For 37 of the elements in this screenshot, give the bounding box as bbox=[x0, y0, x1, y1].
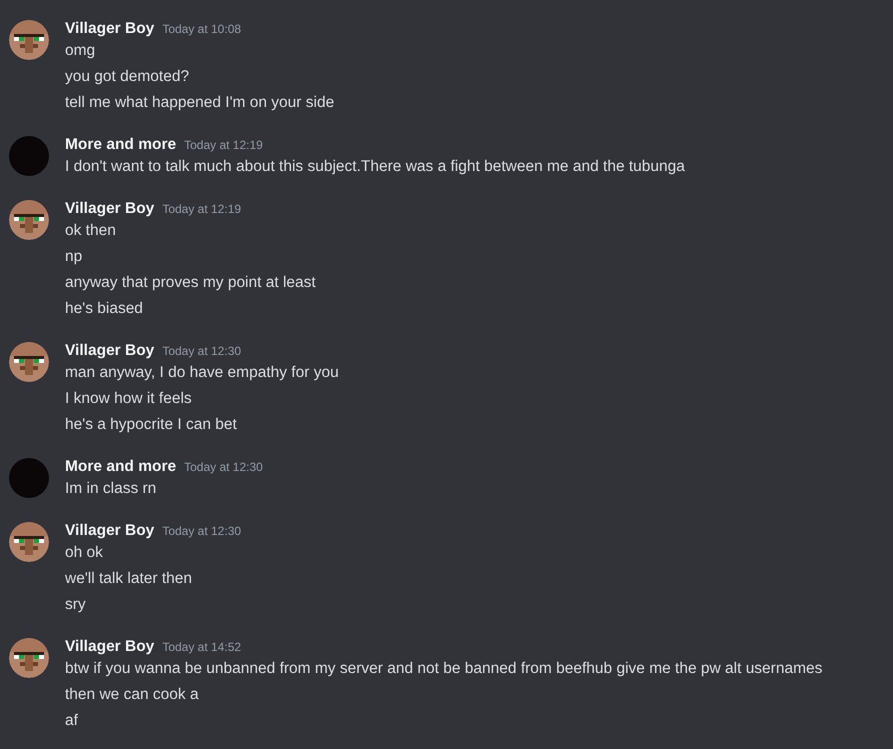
message-text: I know how it feels bbox=[65, 389, 193, 409]
message-text: tell me what happened I'm on your side bbox=[65, 93, 334, 113]
username[interactable]: More and more bbox=[65, 134, 176, 156]
timestamp: Today at 12:19 bbox=[162, 201, 242, 218]
message-text: ok then bbox=[65, 221, 117, 241]
username[interactable]: Villager Boy bbox=[65, 340, 154, 362]
avatar-icon[interactable] bbox=[9, 522, 49, 562]
timestamp: Today at 14:52 bbox=[162, 639, 242, 656]
username[interactable]: Villager Boy bbox=[65, 198, 154, 220]
timestamp: Today at 10:08 bbox=[162, 21, 242, 38]
username[interactable]: Villager Boy bbox=[65, 520, 154, 542]
message-text: btw if you wanna be unbanned from my server and not be banned from beefhub give me the pw alt usernames bbox=[65, 659, 822, 679]
message-text: omg bbox=[65, 41, 96, 61]
avatar-icon[interactable] bbox=[9, 20, 49, 60]
message-text: sry bbox=[65, 595, 87, 615]
message-text: np bbox=[65, 247, 84, 267]
message-text: man anyway, I do have empathy for you bbox=[65, 363, 339, 383]
message-text: af bbox=[65, 711, 79, 731]
message-text: Im in class rn bbox=[65, 479, 158, 499]
username[interactable]: Villager Boy bbox=[65, 636, 154, 658]
message-text: he's a hypocrite I can bet bbox=[65, 415, 238, 435]
timestamp: Today at 12:19 bbox=[184, 137, 263, 154]
timestamp: Today at 12:30 bbox=[162, 523, 242, 540]
message-text: anyway that proves my point at least bbox=[65, 273, 316, 293]
avatar-icon[interactable] bbox=[9, 638, 49, 678]
timestamp: Today at 12:30 bbox=[184, 459, 263, 476]
username[interactable]: Villager Boy bbox=[65, 18, 154, 40]
message-text: you got demoted? bbox=[65, 67, 190, 87]
message-text: oh ok bbox=[65, 543, 104, 563]
username[interactable]: More and more bbox=[65, 456, 176, 478]
message-text: he's biased bbox=[65, 299, 144, 319]
avatar-icon[interactable] bbox=[9, 342, 49, 382]
timestamp: Today at 12:30 bbox=[162, 343, 242, 360]
avatar-icon[interactable] bbox=[9, 200, 49, 240]
message-text: then we can cook a bbox=[65, 685, 200, 705]
message-text: I don't want to talk much about this subject.There was a fight between me and the tubunga bbox=[65, 157, 685, 177]
message-text: we'll talk later then bbox=[65, 569, 194, 589]
